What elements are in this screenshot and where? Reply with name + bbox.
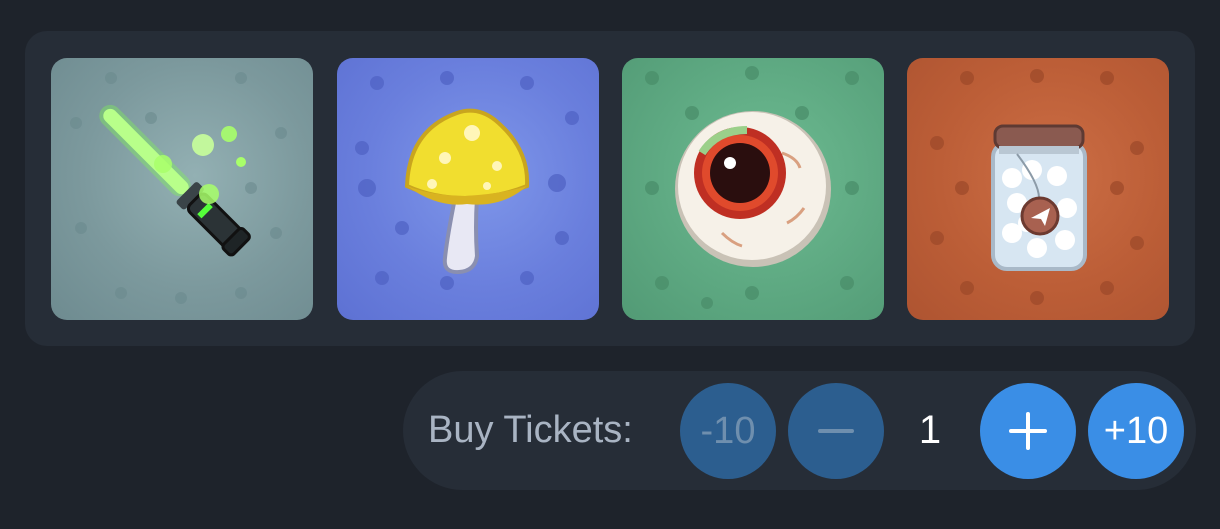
minus-10-button[interactable]: -10 — [680, 383, 776, 479]
prize-card-jar[interactable] — [907, 58, 1169, 320]
eyeball-icon — [645, 66, 859, 309]
plus-icon — [1009, 412, 1047, 450]
light-sword-icon — [70, 72, 287, 304]
buy-tickets-label: Buy Tickets: — [428, 409, 633, 451]
jar-icon — [930, 69, 1144, 305]
ticket-quantity: 1 — [918, 408, 942, 452]
prize-card-eyeball[interactable] — [622, 58, 884, 320]
plus-1-button[interactable] — [980, 383, 1076, 479]
buy-tickets-bar: Buy Tickets: -10 1 +10 — [403, 371, 1196, 490]
prize-card-mushroom[interactable] — [337, 58, 599, 320]
minus-icon — [818, 429, 854, 433]
prize-gallery — [25, 31, 1195, 346]
prize-card-light-sword[interactable] — [51, 58, 313, 320]
minus-1-button[interactable] — [788, 383, 884, 479]
mushroom-icon — [355, 71, 579, 290]
plus-10-button[interactable]: +10 — [1088, 383, 1184, 479]
